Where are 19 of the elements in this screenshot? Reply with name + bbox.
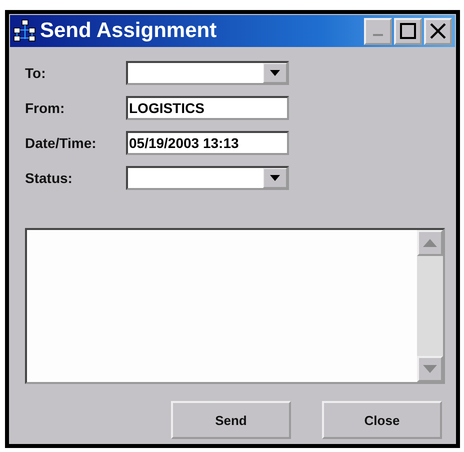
field-label: Date/Time: <box>25 134 98 150</box>
text-field[interactable]: 05/19/2003 13:13 <box>126 130 289 154</box>
text-field[interactable]: LOGISTICS <box>126 96 289 120</box>
window-title: Send Assignment <box>40 19 218 43</box>
field-label: To: <box>25 64 47 80</box>
close-dialog-button[interactable]: Close <box>322 401 442 439</box>
field-label: From: <box>25 100 66 116</box>
scroll-up-icon[interactable] <box>417 230 443 256</box>
scroll-down-icon[interactable] <box>417 356 443 382</box>
maximize-button[interactable] <box>394 18 422 44</box>
message-text-area[interactable] <box>25 228 445 384</box>
send-button[interactable]: Send <box>171 401 291 439</box>
dropdown-field[interactable] <box>126 60 289 84</box>
field-label: Status: <box>25 170 74 186</box>
maximize-icon[interactable] <box>399 22 417 40</box>
close-button[interactable] <box>424 18 452 44</box>
close-icon[interactable] <box>429 22 447 40</box>
network-icon <box>12 19 38 43</box>
dropdown-field[interactable] <box>126 166 289 190</box>
